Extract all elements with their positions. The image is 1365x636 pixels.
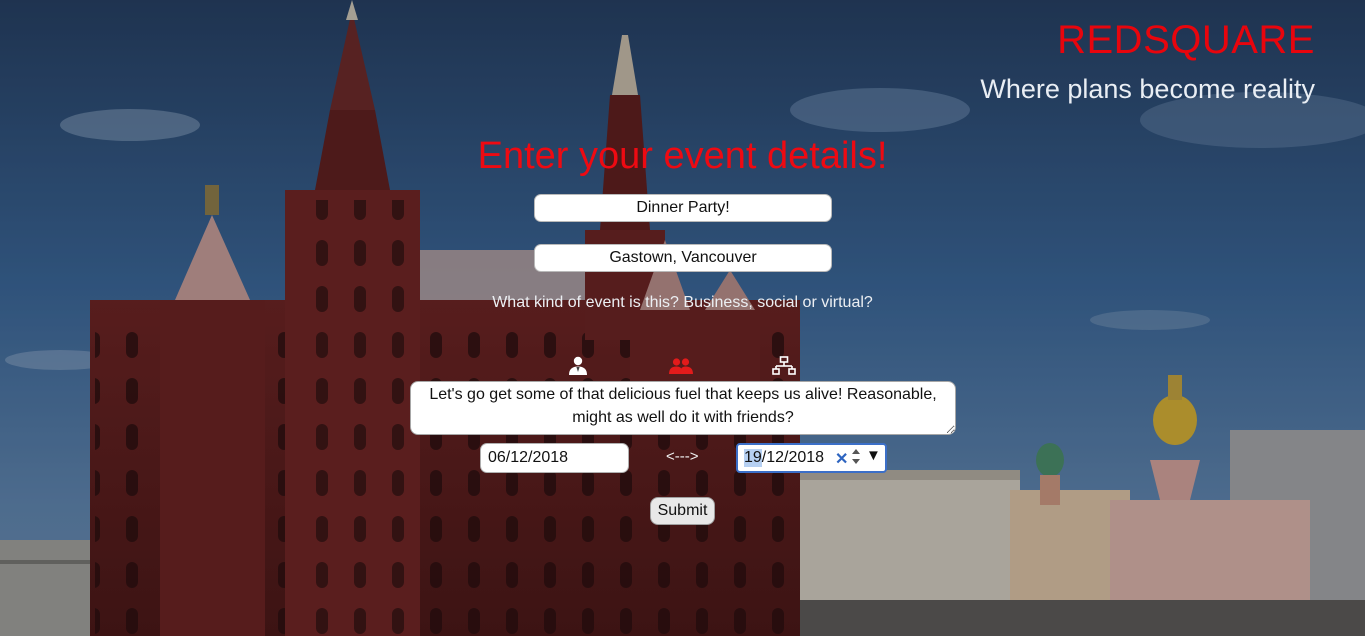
event-name-input[interactable] [534, 194, 832, 222]
brand-tagline: Where plans become reality [980, 74, 1315, 104]
start-date-input[interactable] [480, 443, 629, 473]
date-spinner-icon[interactable] [851, 446, 861, 470]
form-heading: Enter your event details! [477, 135, 888, 177]
submit-button[interactable]: Submit [650, 497, 715, 525]
virtual-type-network-icon[interactable] [772, 356, 796, 376]
date-range-separator: <---> [666, 448, 699, 465]
clear-date-icon[interactable]: ✕ [835, 449, 848, 469]
event-description-textarea[interactable]: Let's go get some of that delicious fuel… [410, 381, 956, 435]
date-dropdown-icon[interactable]: ▼ [866, 447, 881, 464]
event-location-input[interactable] [534, 244, 832, 272]
social-type-group-icon[interactable] [669, 356, 693, 376]
business-type-person-icon[interactable] [567, 356, 591, 376]
event-type-question: What kind of event is this? Business, so… [492, 294, 873, 311]
end-date-picker[interactable]: 19/12/2018 ✕ ▼ [736, 443, 887, 473]
brand-title: REDSQUARE [1057, 18, 1315, 62]
end-date-month-year[interactable]: /12/2018 [762, 449, 824, 467]
end-date-day-segment[interactable]: 19 [744, 449, 762, 467]
